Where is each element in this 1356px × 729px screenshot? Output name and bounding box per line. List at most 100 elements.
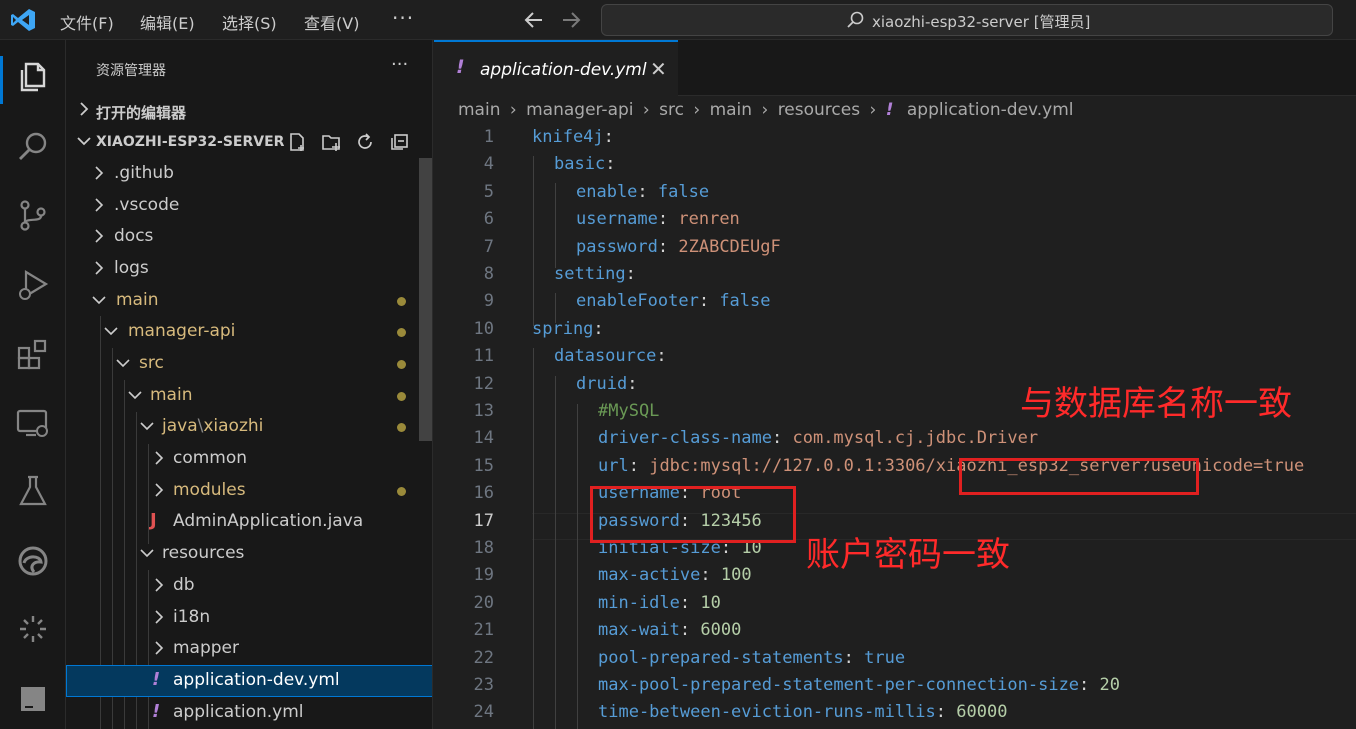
modified-dot: [397, 487, 406, 496]
tree-item-adminapplication[interactable]: J AdminApplication.java: [66, 506, 432, 538]
tab-application-dev-yml[interactable]: ! application-dev.yml ✕: [434, 40, 678, 96]
remote-explorer-icon[interactable]: [14, 404, 52, 442]
explorer-icon[interactable]: [14, 58, 52, 96]
code-line[interactable]: max-wait: 6000: [598, 620, 741, 640]
code-line[interactable]: #MySQL: [598, 401, 659, 421]
code-line[interactable]: time-between-eviction-runs-millis: 60000: [598, 702, 1007, 722]
tree-item-logs[interactable]: logs: [66, 253, 432, 285]
line-number: 18: [473, 538, 494, 558]
tree-item-i18n[interactable]: i18n: [66, 602, 432, 634]
menu-view[interactable]: 查看(V): [304, 10, 359, 34]
line-number: 7: [483, 236, 494, 257]
code-line[interactable]: max-pool-prepared-statement-per-connecti…: [598, 675, 1120, 695]
code-line[interactable]: setting:: [554, 264, 636, 284]
code-line[interactable]: min-idle: 10: [598, 593, 721, 613]
chevron-down-icon: [140, 549, 154, 558]
code-line[interactable]: driver-class-name: com.mysql.cj.jdbc.Dri…: [598, 428, 1038, 448]
yaml-colon: :: [657, 236, 679, 257]
chevron-down-icon: [92, 296, 106, 305]
new-file-icon[interactable]: [286, 131, 308, 153]
chevron-right-icon: [155, 483, 164, 497]
run-debug-icon[interactable]: [14, 266, 52, 304]
breadcrumb-item[interactable]: src: [659, 100, 684, 120]
code-line[interactable]: knife4j:: [532, 127, 614, 147]
menu-selection[interactable]: 选择(S): [222, 10, 277, 34]
menu-file[interactable]: 文件(F): [60, 10, 114, 34]
extensions-icon[interactable]: [14, 336, 52, 374]
code-line[interactable]: druid:: [576, 374, 637, 394]
code-line[interactable]: enable: false: [576, 182, 709, 202]
tree-item-db[interactable]: db: [66, 570, 432, 602]
command-center-search[interactable]: xiaozhi-esp32-server [管理员]: [601, 4, 1333, 36]
yaml-key: datasource: [554, 346, 657, 367]
code-editor[interactable]: 1 knife4j: 4 basic: 5 enable: false 6 username:…: [434, 126, 1356, 729]
panel-icon[interactable]: [14, 680, 52, 718]
yaml-colon: :: [625, 264, 636, 284]
breadcrumb-item[interactable]: main: [710, 100, 752, 120]
new-folder-icon[interactable]: [320, 131, 342, 153]
chevron-down-icon: [77, 137, 91, 146]
tree-item-main[interactable]: main: [66, 285, 432, 317]
breadcrumb-item[interactable]: manager-api: [526, 100, 633, 120]
tree-item-label: manager-api: [128, 321, 236, 341]
breadcrumb-item[interactable]: application-dev.yml: [907, 100, 1074, 120]
modified-dot: [397, 392, 406, 401]
code-line[interactable]: password: 2ZABCDEUgF: [576, 237, 781, 257]
code-line[interactable]: pool-prepared-statements: true: [598, 648, 905, 668]
line-number: 17: [473, 510, 494, 531]
code-line[interactable]: spring:: [532, 319, 604, 339]
code-line[interactable]: datasource:: [554, 346, 667, 366]
yaml-value: false: [719, 291, 771, 312]
back-arrow-icon[interactable]: [523, 9, 545, 31]
editor-area: ! application-dev.yml ✕ main › manager-a…: [434, 40, 1356, 729]
close-icon[interactable]: ✕: [650, 57, 667, 81]
tree-item-github[interactable]: .github: [66, 158, 432, 190]
open-editors-section[interactable]: 打开的编辑器: [66, 96, 432, 126]
tree-item-mapper[interactable]: mapper: [66, 633, 432, 665]
project-section[interactable]: XIAOZHI-ESP32-SERVER: [66, 128, 432, 158]
tree-item-docs[interactable]: docs: [66, 221, 432, 253]
line-number: 12: [473, 373, 494, 394]
code-line[interactable]: enableFooter: false: [576, 291, 771, 311]
menu-edit[interactable]: 编辑(E): [140, 10, 195, 34]
line-number: 14: [473, 428, 494, 449]
extension-sparkle-icon[interactable]: [14, 610, 52, 648]
source-control-icon[interactable]: [14, 196, 52, 234]
indent-guide: [577, 404, 578, 729]
tree-item-vscode[interactable]: .vscode: [66, 190, 432, 222]
tree-item-manager-api[interactable]: manager-api: [66, 316, 432, 348]
sidebar-scrollbar[interactable]: [419, 158, 432, 441]
tree-item-resources[interactable]: resources: [66, 538, 432, 570]
tree-item-main-sub[interactable]: main: [66, 380, 432, 412]
chevron-down-icon: [104, 327, 118, 336]
modified-dot: [397, 423, 406, 432]
tree-item-application-yml[interactable]: ! application.yml: [66, 697, 432, 729]
tree-item-modules[interactable]: modules: [66, 475, 432, 507]
java-file-icon: J: [150, 510, 157, 531]
indent-guide: [555, 183, 556, 268]
search-icon[interactable]: [14, 128, 52, 166]
breadcrumb-item[interactable]: resources: [778, 100, 860, 120]
tree-item-java-xiaozhi[interactable]: java\xiaozhi: [66, 411, 432, 443]
vscode-logo-icon[interactable]: [10, 8, 36, 32]
tree-item-common[interactable]: common: [66, 443, 432, 475]
yaml-file-icon: !: [456, 56, 465, 78]
line-number: 24: [473, 702, 494, 723]
menu-more-button[interactable]: ···: [392, 6, 414, 30]
edge-browser-icon[interactable]: [14, 542, 52, 580]
code-line[interactable]: username: renren: [576, 209, 740, 229]
yaml-colon: :: [656, 346, 667, 367]
forward-arrow-icon[interactable]: [560, 9, 582, 31]
chevron-right-icon: [80, 102, 89, 116]
tree-item-src[interactable]: src: [66, 348, 432, 380]
code-line[interactable]: max-active: 100: [598, 565, 752, 585]
breadcrumb-item[interactable]: main: [458, 100, 500, 120]
refresh-icon[interactable]: [354, 131, 376, 153]
testing-flask-icon[interactable]: [14, 472, 52, 510]
explorer-more-button[interactable]: ···: [391, 54, 408, 75]
collapse-all-icon[interactable]: [388, 131, 410, 153]
tree-item-application-dev-yml[interactable]: ! application-dev.yml: [66, 665, 432, 697]
chevron-right-icon: [95, 229, 104, 243]
modified-dot: [397, 297, 406, 306]
code-line[interactable]: basic:: [554, 154, 615, 174]
